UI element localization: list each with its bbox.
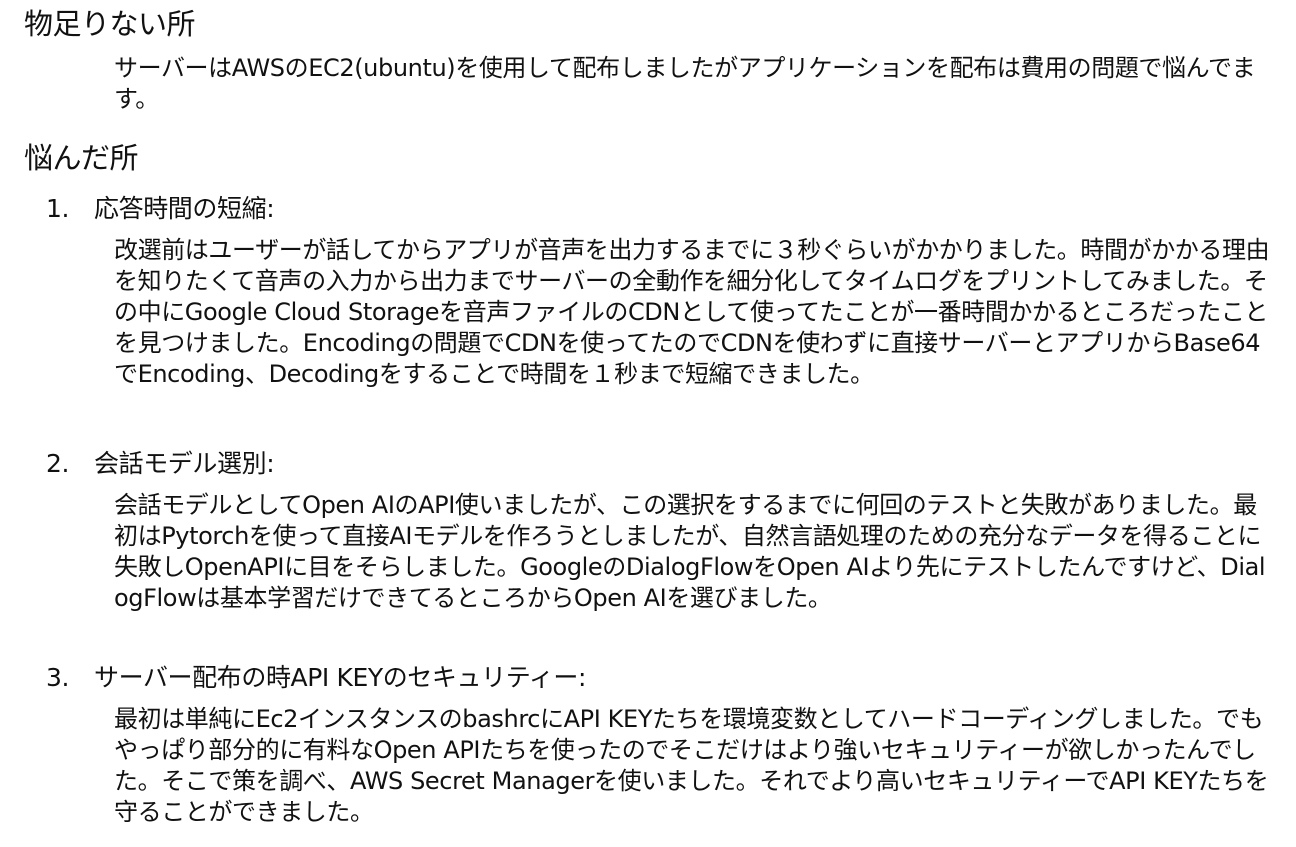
document: 物足りない所 サーバーはAWSのEC2(ubuntu)を使用して配布しましたがア… [0, 0, 1296, 847]
list-item-title-1: 1. 応答時間の短縮: [46, 193, 275, 225]
list-item-body-2: 会話モデルとしてOpen AIのAPI使いましたが、この選択をするまでに何回のテ… [114, 491, 1266, 612]
shortcomings-paragraph: サーバーはAWSのEC2(ubuntu)を使用して配布しましたがアプリケーション… [114, 54, 1256, 113]
list-item-number: 2. [46, 449, 70, 478]
list-item-number: 1. [46, 194, 70, 223]
list-item-title-2: 2. 会話モデル選別: [46, 448, 275, 480]
section-heading-struggles: 悩んだ所 [24, 141, 139, 175]
section-heading-shortcomings: 物足りない所 [24, 7, 196, 41]
list-item-title-text: 会話モデル選別: [94, 449, 275, 478]
list-item-number: 3. [46, 663, 70, 692]
list-item-body-1: 改選前はユーザーが話してからアプリが音声を出力するまでに３秒ぐらいがかかりました… [114, 236, 1270, 388]
list-item-title-3: 3. サーバー配布の時API KEYのセキュリティー: [46, 662, 586, 694]
list-item-title-text: サーバー配布の時API KEYのセキュリティー: [94, 663, 587, 692]
list-item-body-3: 最初は単純にEc2インスタンスのbashrcにAPI KEYたちを環境変数として… [114, 705, 1269, 826]
list-item-title-text: 応答時間の短縮: [94, 194, 275, 223]
